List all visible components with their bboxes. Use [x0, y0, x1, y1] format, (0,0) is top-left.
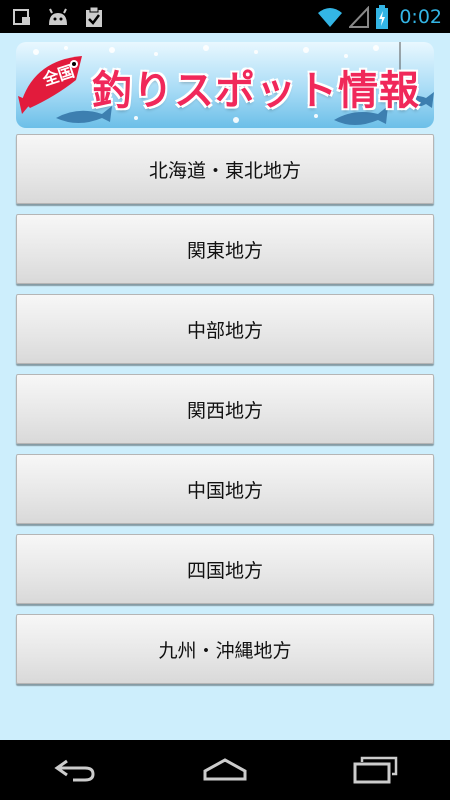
- clipboard-check-icon: [84, 6, 104, 28]
- region-button-chugoku[interactable]: 中国地方: [16, 454, 434, 524]
- back-button[interactable]: [40, 746, 110, 794]
- status-bar: 0:02: [0, 0, 450, 33]
- banner-title: 釣りスポット情報: [92, 68, 420, 114]
- app-banner: 全国 釣りスポット情報: [16, 42, 434, 128]
- home-button[interactable]: [190, 746, 260, 794]
- notification-icons: [12, 6, 104, 28]
- signal-icon: [349, 5, 370, 28]
- back-icon: [54, 759, 95, 782]
- battery-charging-icon: [375, 4, 389, 29]
- region-button-chubu[interactable]: 中部地方: [16, 294, 434, 364]
- navigation-bar: [0, 740, 450, 800]
- android-icon: [46, 7, 70, 27]
- region-button-kanto[interactable]: 関東地方: [16, 214, 434, 284]
- recent-apps-button[interactable]: [340, 746, 410, 794]
- home-icon: [203, 758, 247, 781]
- region-button-kyushu-okinawa[interactable]: 九州・沖縄地方: [16, 614, 434, 684]
- notification-square-icon: [12, 7, 32, 27]
- region-button-kansai[interactable]: 関西地方: [16, 374, 434, 444]
- status-clock: 0:02: [399, 5, 442, 28]
- region-button-shikoku[interactable]: 四国地方: [16, 534, 434, 604]
- wifi-icon: [317, 6, 343, 28]
- region-list: 北海道・東北地方 関東地方 中部地方 関西地方 中国地方 四国地方 九州・沖縄地…: [16, 134, 434, 694]
- system-icons: 0:02: [317, 0, 442, 33]
- recent-apps-icon: [353, 756, 398, 784]
- region-button-hokkaido-tohoku[interactable]: 北海道・東北地方: [16, 134, 434, 204]
